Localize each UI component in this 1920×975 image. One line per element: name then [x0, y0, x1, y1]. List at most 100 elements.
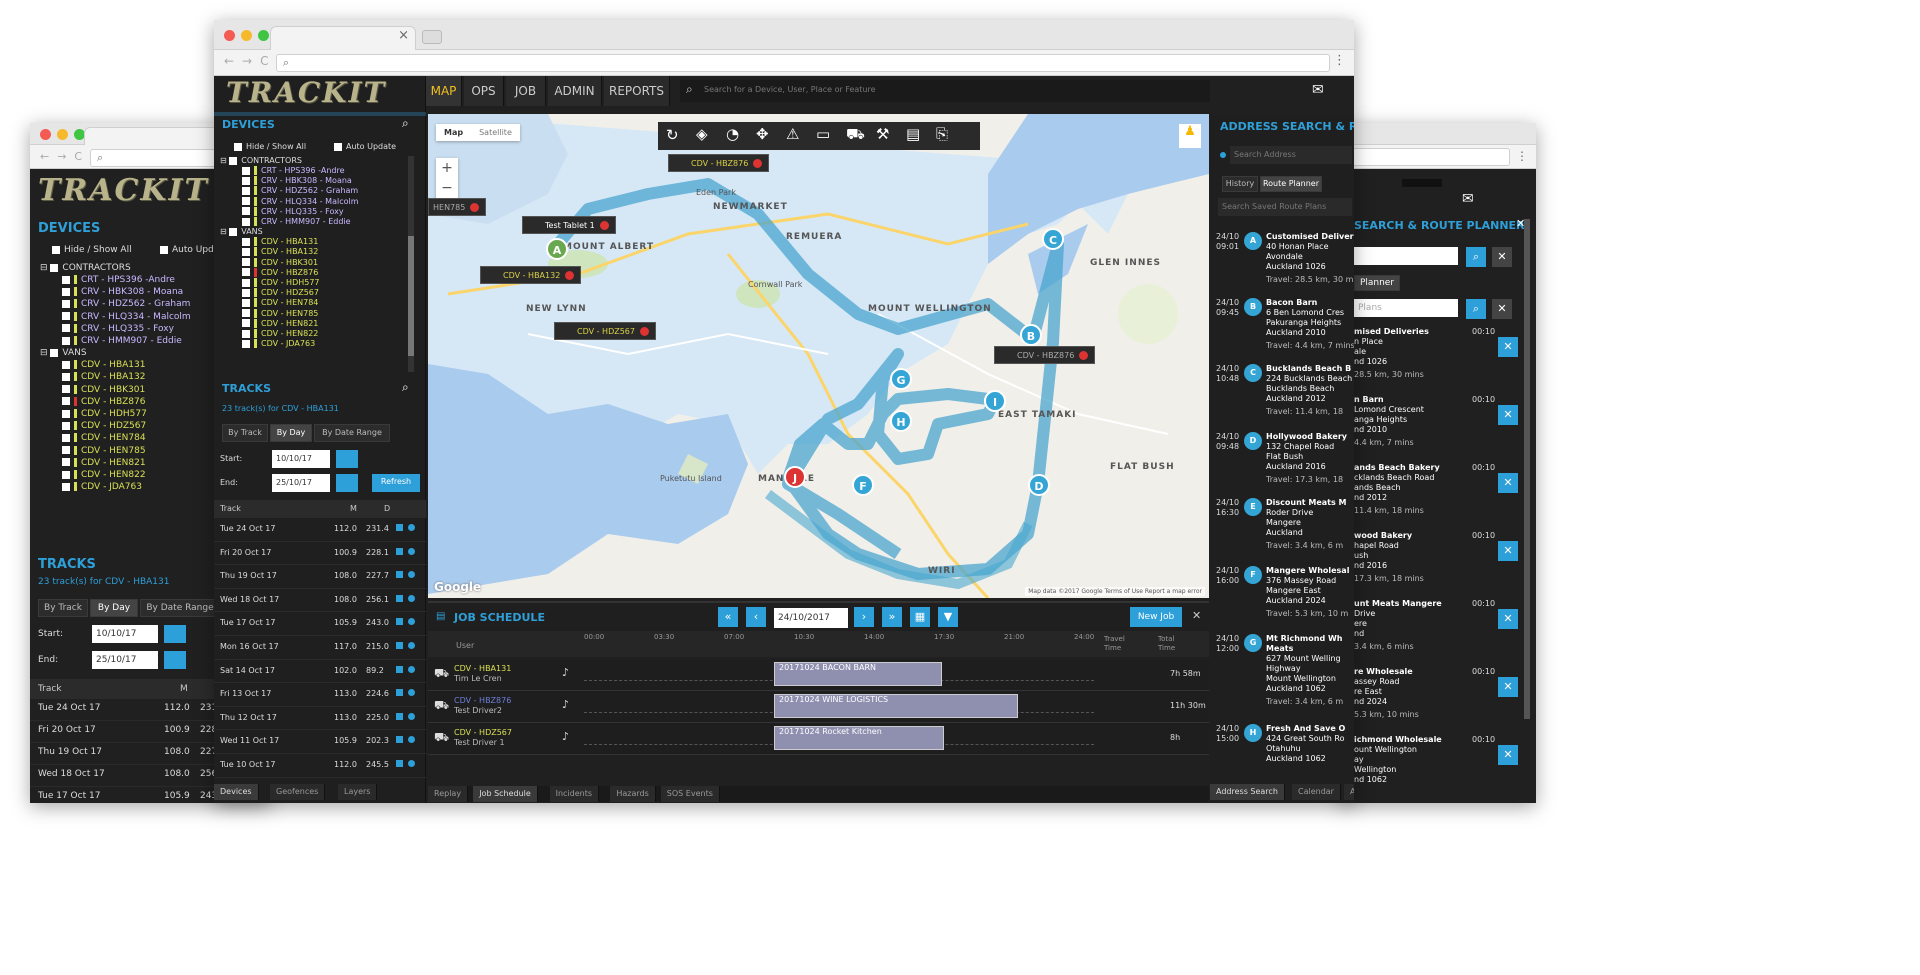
mail-icon[interactable]: ✉: [1312, 82, 1324, 98]
route-stop[interactable]: 24/10 10:48 C Bucklands Beach B 224 Bucklan…: [1216, 364, 1354, 424]
device-item[interactable]: CDV - HBK301: [242, 257, 318, 267]
device-item[interactable]: CRV - HLQ335 - Foxy: [242, 206, 344, 216]
export-icon[interactable]: [408, 618, 415, 626]
device-label[interactable]: CDV - HBZ876: [668, 154, 770, 172]
route-pin-g[interactable]: G: [890, 368, 912, 390]
search-icon[interactable]: ⌕: [402, 116, 409, 131]
device-item[interactable]: CDV - HBA132: [62, 372, 145, 382]
route-stop[interactable]: re Wholesale assey Road re East nd 2024 5.3 …: [1354, 667, 1524, 731]
device-label[interactable]: CDV - HDZ567: [554, 322, 656, 340]
collapse-icon[interactable]: ⊟: [220, 227, 229, 236]
device-item[interactable]: CRV - HBK308 - Moana: [62, 287, 183, 297]
device-item[interactable]: CDV - HBZ876: [242, 267, 318, 277]
checkbox[interactable]: [62, 482, 70, 491]
tab-by-day[interactable]: By Day: [90, 599, 138, 617]
vehicle-icon[interactable]: ⛟: [846, 125, 865, 145]
menu-icon[interactable]: ⋮: [1333, 53, 1346, 68]
device-item[interactable]: CDV - HEN784: [242, 298, 318, 308]
menu-icon[interactable]: ⋮: [1516, 149, 1528, 163]
device-item[interactable]: CRT - HPS396 -Andre: [62, 275, 175, 285]
device-label[interactable]: Test Tablet 1: [522, 216, 616, 234]
close-tab-icon[interactable]: ×: [398, 28, 409, 43]
checkbox[interactable]: [62, 324, 70, 333]
route-stop[interactable]: ichmond Wholesale ount Wellington ay Wellin…: [1354, 735, 1524, 799]
export-icon[interactable]: ⎘: [936, 125, 948, 143]
checkbox[interactable]: [62, 287, 70, 296]
device-item[interactable]: CDV - JDA763: [62, 482, 142, 492]
replay-icon[interactable]: [396, 571, 403, 579]
checkbox[interactable]: [242, 268, 250, 277]
first-day-button[interactable]: «: [718, 607, 738, 627]
device-item[interactable]: CDV - HDZ567: [242, 288, 319, 298]
checkbox[interactable]: [242, 217, 250, 226]
auto-update[interactable]: Auto Update: [334, 142, 396, 151]
replay-icon[interactable]: [396, 524, 403, 531]
close-dot[interactable]: [40, 129, 51, 140]
nav-arrows[interactable]: ←→C: [40, 150, 90, 163]
next-day-button[interactable]: ›: [854, 607, 874, 627]
device-item[interactable]: CRV - HLQ334 - Malcolm: [242, 196, 359, 206]
close-icon[interactable]: [639, 327, 649, 336]
tab-map[interactable]: MAP: [426, 76, 462, 106]
route-stop[interactable]: 24/10 16:30 E Discount Meats M Roder Drive M…: [1216, 498, 1354, 558]
close-icon[interactable]: [470, 203, 480, 212]
route-stop[interactable]: 24/10 15:00 H Fresh And Save O 424 Great So…: [1216, 724, 1354, 784]
replay-icon[interactable]: [396, 665, 403, 673]
replay-icon[interactable]: [396, 760, 403, 767]
device-item[interactable]: CDV - HEN822: [242, 329, 318, 338]
report-icon[interactable]: ▤: [906, 125, 920, 143]
bottom-tab[interactable]: Replay: [428, 786, 469, 802]
route-stop[interactable]: 24/10 16:00 F Mangere Wholesal 376 Massey R…: [1216, 566, 1354, 626]
tab-by-date-range[interactable]: By Date Range: [140, 599, 220, 617]
table-row[interactable]: Fri 13 Oct 17 113.0 224.6: [214, 683, 426, 707]
start-date-input[interactable]: 10/10/17: [92, 625, 158, 643]
replay-icon[interactable]: [396, 689, 403, 697]
tab-by-track[interactable]: By Track: [222, 424, 268, 442]
replay-icon[interactable]: [396, 618, 403, 626]
bottom-tab[interactable]: Layers: [338, 784, 378, 800]
tab-history[interactable]: History: [1222, 176, 1258, 192]
address-input[interactable]: [1354, 247, 1458, 265]
bottom-tab[interactable]: Hazards: [610, 786, 656, 802]
export-icon[interactable]: [408, 665, 415, 673]
replay-icon[interactable]: [396, 736, 403, 744]
checkbox[interactable]: [242, 197, 250, 206]
table-row[interactable]: Wed 18 Oct 17 108.0 256.1: [214, 589, 426, 613]
end-date-input[interactable]: 25/10/17: [92, 651, 158, 669]
device-item[interactable]: CDV - HEN822: [62, 470, 146, 480]
checkbox[interactable]: [62, 409, 70, 418]
checkbox[interactable]: [242, 329, 250, 338]
checkbox[interactable]: [62, 458, 70, 467]
close-icon[interactable]: [599, 221, 609, 230]
pegman-icon[interactable]: ♟: [1179, 124, 1201, 148]
tab-ops[interactable]: OPS: [464, 76, 504, 106]
new-tab-button[interactable]: [422, 30, 442, 44]
checkbox[interactable]: [62, 385, 70, 394]
scrollbar[interactable]: [1524, 219, 1530, 719]
close-icon[interactable]: [753, 159, 763, 168]
calendar-icon[interactable]: ▦: [910, 607, 930, 627]
saved-plans-input[interactable]: Search Saved Route Plans: [1218, 198, 1352, 216]
export-icon[interactable]: [408, 594, 415, 602]
remove-stop-button[interactable]: ✕: [1498, 337, 1518, 357]
device-item[interactable]: CRV - HLQ335 - Foxy: [62, 323, 174, 334]
url-field[interactable]: ⌕: [276, 54, 1330, 72]
table-row[interactable]: Tue 17 Oct 17 105.9 243.0: [214, 612, 426, 636]
search-bar[interactable]: ⌕ Search for a Device, User, Place or Fe…: [680, 80, 1210, 102]
device-item[interactable]: CRV - HMM907 - Eddie: [62, 336, 182, 346]
device-item[interactable]: CRV - HDZ562 - Graham: [62, 299, 190, 309]
new-job-button[interactable]: New Job: [1130, 607, 1182, 627]
checkbox[interactable]: [242, 186, 250, 195]
route-pin-d[interactable]: D: [1028, 474, 1050, 496]
schedule-row[interactable]: ⛟ CDV - HBZ876 Test Driver2 ♪ 20171024 WINE …: [428, 691, 1209, 723]
route-stop[interactable]: ands Beach Bakery cklands Beach Road ands …: [1354, 463, 1524, 527]
device-item[interactable]: CDV - HEN784: [62, 433, 146, 443]
calendar-icon[interactable]: [336, 450, 358, 468]
close-icon[interactable]: [565, 271, 575, 280]
hide-show-all[interactable]: Hide / Show All: [52, 245, 132, 255]
url-field[interactable]: [1340, 148, 1510, 166]
bottom-tab[interactable]: Address Search: [1210, 784, 1285, 800]
route-pin-h[interactable]: H: [890, 410, 912, 432]
checkbox[interactable]: [242, 309, 250, 318]
route-stop[interactable]: 24/10 09:01 A Customised Deliver 40 Honan P…: [1216, 232, 1354, 292]
